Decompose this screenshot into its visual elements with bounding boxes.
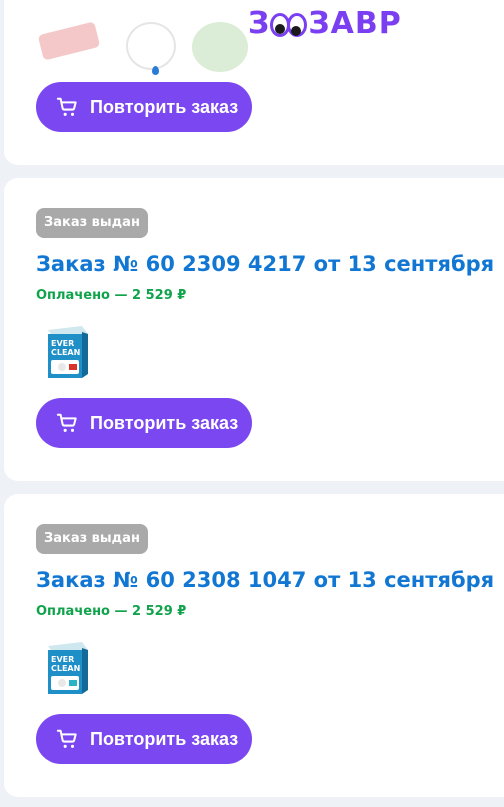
cart-icon bbox=[56, 97, 77, 116]
product-thumbnail bbox=[37, 21, 101, 61]
order-payment-status: Оплачено — 2 529 ₽ bbox=[36, 288, 187, 303]
logo-letters: ЗАВР bbox=[308, 6, 402, 41]
order-payment-status: Оплачено — 2 529 ₽ bbox=[36, 604, 187, 619]
order-status-badge: Заказ выдан bbox=[36, 524, 148, 554]
svg-text:EVER: EVER bbox=[51, 339, 74, 348]
zoozavr-logo[interactable]: З ЗАВР bbox=[248, 6, 402, 41]
repeat-order-label: Повторить заказ bbox=[90, 728, 239, 749]
svg-text:CLEAN: CLEAN bbox=[51, 664, 80, 673]
order-status-badge: Заказ выдан bbox=[36, 208, 148, 238]
logo-letter: З bbox=[248, 6, 271, 41]
order-title-link[interactable]: Заказ № 60 2308 1047 от 13 сентября bbox=[36, 568, 494, 592]
repeat-order-button[interactable]: Повторить заказ bbox=[36, 714, 252, 764]
cart-icon bbox=[56, 729, 77, 748]
repeat-order-button[interactable]: Повторить заказ bbox=[36, 398, 252, 448]
order-card: Заказ выдан Заказ № 60 2308 1047 от 13 с… bbox=[4, 494, 504, 797]
svg-text:EVER: EVER bbox=[51, 655, 74, 664]
ever-clean-litter-box-icon[interactable]: EVER CLEAN bbox=[42, 324, 92, 380]
repeat-order-label: Повторить заказ bbox=[90, 96, 239, 117]
order-product-thumbnails bbox=[34, 10, 254, 75]
repeat-order-button[interactable]: Повторить заказ bbox=[36, 82, 252, 132]
repeat-order-label: Повторить заказ bbox=[90, 412, 239, 433]
order-card: Заказ выдан Заказ № 60 2309 4217 от 13 с… bbox=[4, 178, 504, 481]
logo-eyes bbox=[270, 10, 308, 40]
svg-text:CLEAN: CLEAN bbox=[51, 348, 80, 357]
product-thumbnail-detail bbox=[152, 66, 159, 75]
product-thumbnail bbox=[126, 22, 176, 70]
product-thumbnail bbox=[192, 22, 248, 72]
ever-clean-litter-box-icon[interactable]: EVER CLEAN bbox=[42, 640, 92, 696]
cart-icon bbox=[56, 413, 77, 432]
order-title-link[interactable]: Заказ № 60 2309 4217 от 13 сентября bbox=[36, 252, 494, 276]
